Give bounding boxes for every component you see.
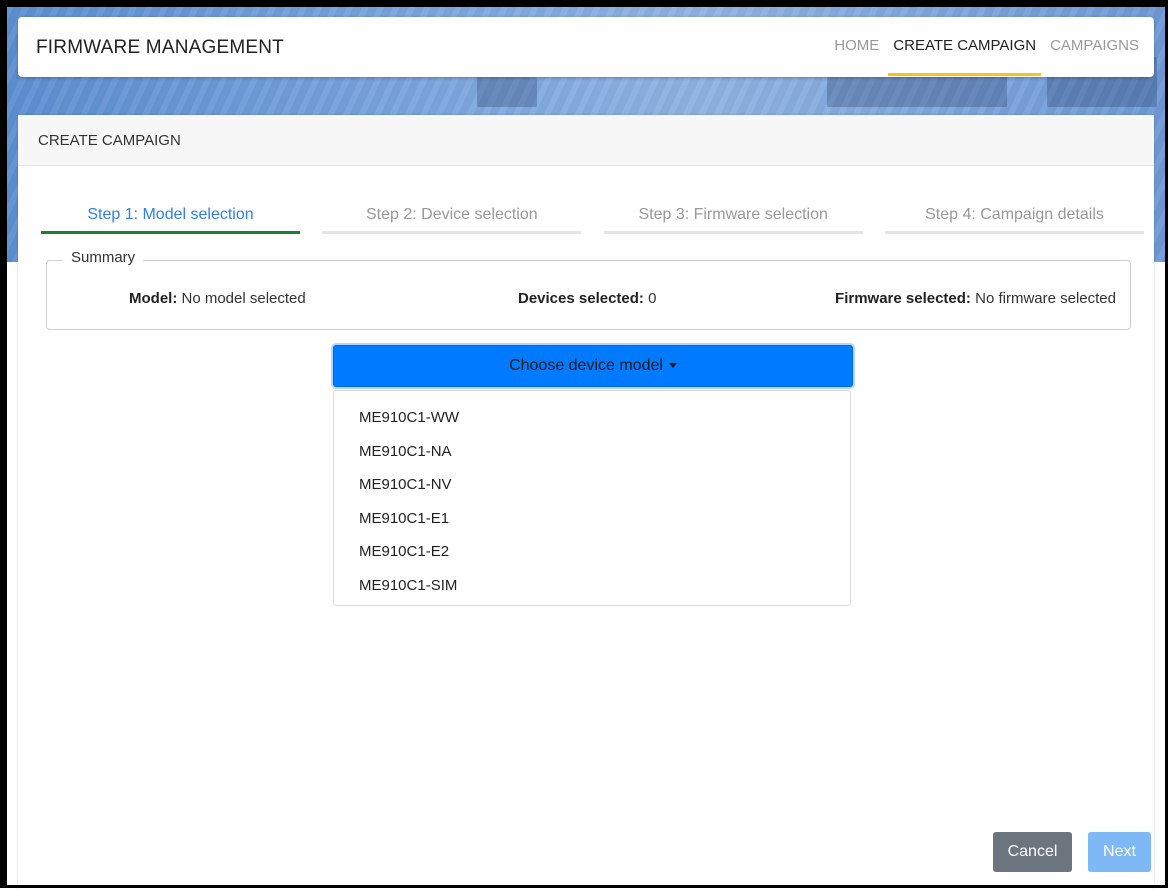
step-firmware-selection[interactable]: Step 3: Firmware selection bbox=[603, 202, 863, 234]
dropdown-label: Choose device model bbox=[509, 357, 663, 374]
choose-device-model-dropdown[interactable]: Choose device model bbox=[333, 345, 853, 387]
summary-model-value: No model selected bbox=[181, 290, 306, 307]
device-model-menu: ME910C1-WW ME910C1-NA ME910C1-NV ME910C1… bbox=[333, 390, 851, 606]
cancel-button[interactable]: Cancel bbox=[993, 832, 1072, 872]
summary-legend: Summary bbox=[63, 249, 144, 266]
step-campaign-details[interactable]: Step 4: Campaign details bbox=[884, 202, 1144, 234]
nav-links: HOME CREATE CAMPAIGN CAMPAIGNS bbox=[825, 17, 1144, 77]
menu-item-me910c1-na[interactable]: ME910C1-NA bbox=[334, 435, 850, 469]
nav-home-link[interactable]: HOME bbox=[829, 17, 884, 76]
summary-firmware-label: Firmware selected: bbox=[835, 290, 971, 307]
create-campaign-card: CREATE CAMPAIGN Step 1: Model selection … bbox=[18, 115, 1154, 890]
wizard-stepper: Step 1: Model selection Step 2: Device s… bbox=[41, 202, 1144, 234]
step-device-selection[interactable]: Step 2: Device selection bbox=[322, 202, 582, 234]
summary-devices-label: Devices selected: bbox=[518, 290, 644, 307]
summary-firmware-value: No firmware selected bbox=[975, 290, 1116, 307]
top-navbar: FIRMWARE MANAGEMENT HOME CREATE CAMPAIGN… bbox=[18, 17, 1154, 77]
menu-item-me910c1-ww[interactable]: ME910C1-WW bbox=[334, 401, 850, 435]
summary-box: Summary Model: No model selected Devices… bbox=[46, 249, 1131, 330]
summary-model: Model: No model selected bbox=[129, 290, 306, 307]
summary-devices-value: 0 bbox=[648, 290, 657, 307]
card-title: CREATE CAMPAIGN bbox=[18, 115, 1154, 166]
app-brand: FIRMWARE MANAGEMENT bbox=[36, 37, 284, 58]
summary-firmware: Firmware selected: No firmware selected bbox=[835, 290, 1116, 307]
menu-item-me910c1-e1[interactable]: ME910C1-E1 bbox=[334, 502, 850, 536]
nav-campaigns-link[interactable]: CAMPAIGNS bbox=[1045, 17, 1144, 76]
menu-item-me910c1-nv[interactable]: ME910C1-NV bbox=[334, 468, 850, 502]
summary-devices: Devices selected: 0 bbox=[518, 290, 656, 307]
menu-item-me910c1-sim[interactable]: ME910C1-SIM bbox=[334, 569, 850, 603]
summary-model-label: Model: bbox=[129, 290, 178, 307]
nav-create-campaign-link[interactable]: CREATE CAMPAIGN bbox=[888, 17, 1042, 76]
next-button[interactable]: Next bbox=[1088, 832, 1151, 872]
step-model-selection[interactable]: Step 1: Model selection bbox=[41, 202, 300, 234]
caret-down-icon bbox=[668, 363, 677, 369]
menu-item-me910c1-e2[interactable]: ME910C1-E2 bbox=[334, 535, 850, 569]
